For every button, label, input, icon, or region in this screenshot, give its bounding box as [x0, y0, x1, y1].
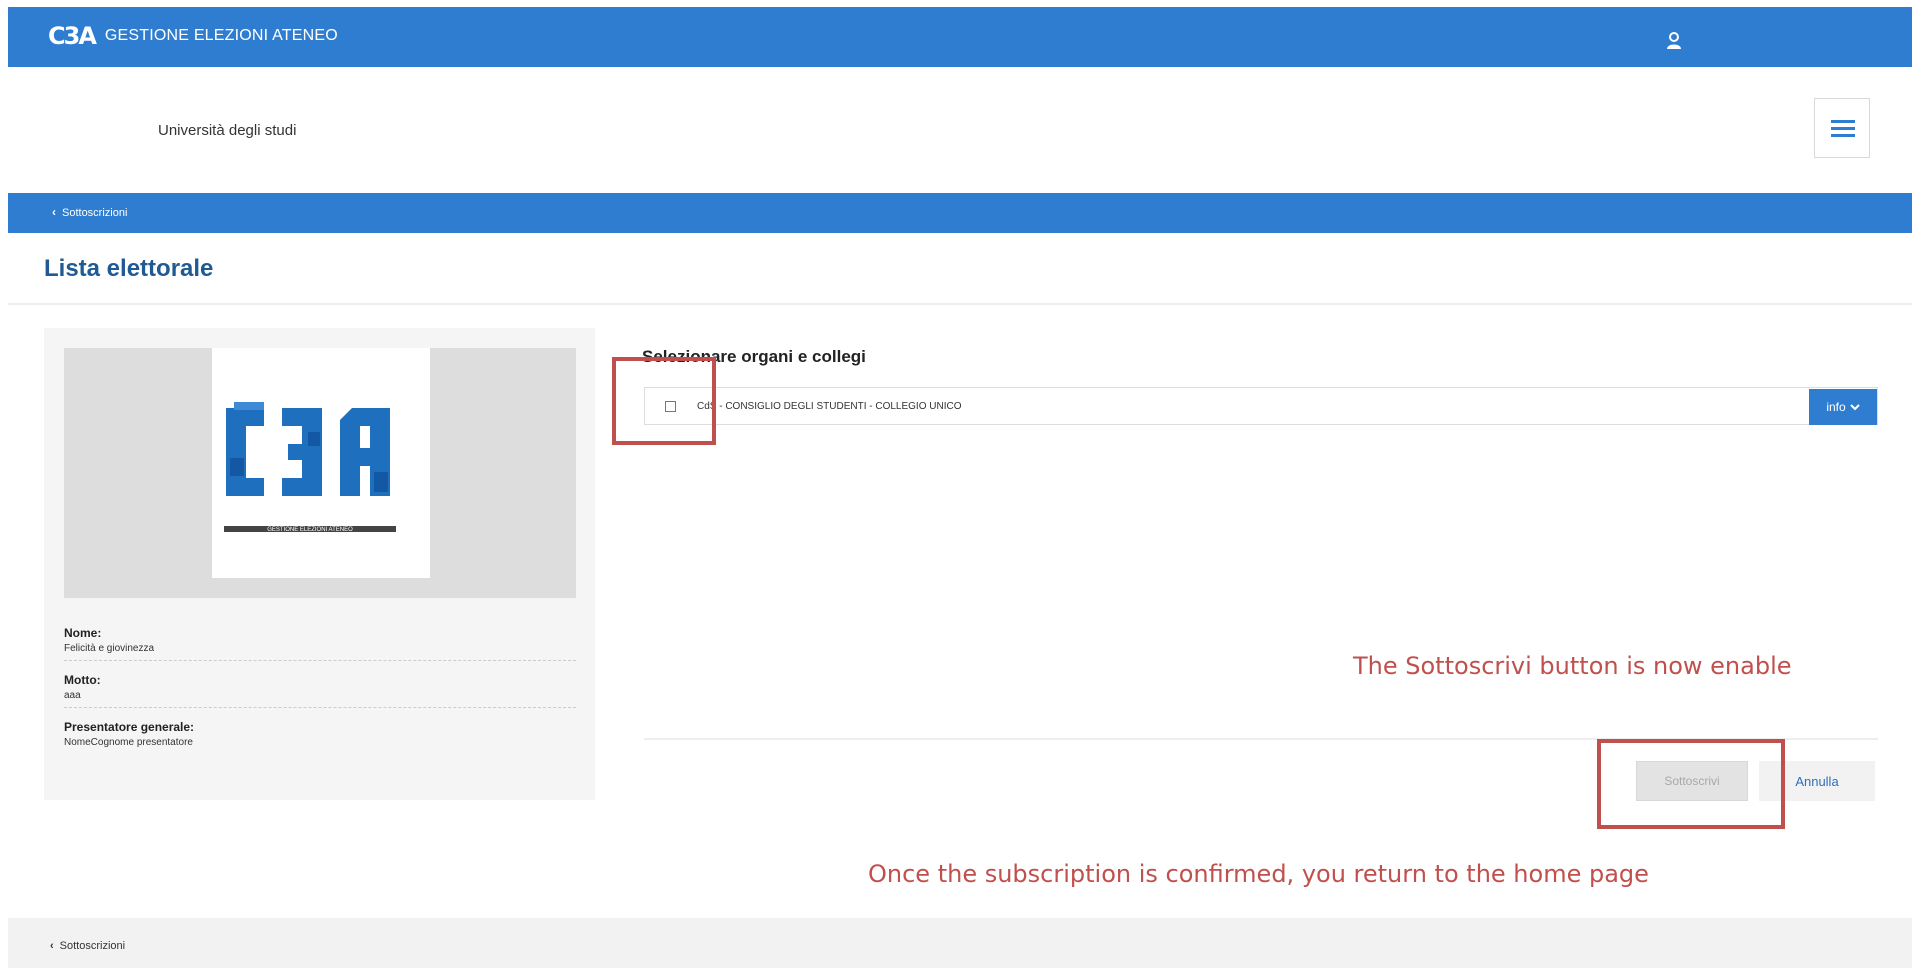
field-divider	[64, 659, 576, 661]
list-field-presenter: Presentatore generale: NomeCognome prese…	[64, 720, 576, 748]
annotation-highlight-checkbox	[612, 357, 716, 445]
breadcrumb-bar: ‹ Sottoscrizioni	[8, 193, 1912, 233]
annotation-return-note: Once the subscription is confirmed, you …	[868, 860, 1649, 888]
logo-tagline: GESTIONE ELEZIONI ATENEO	[267, 527, 353, 533]
field-label: Presentatore generale:	[64, 720, 195, 734]
list-card: GESTIONE ELEZIONI ATENEO Nome: Felicità …	[44, 328, 595, 800]
organ-row[interactable]: CdS - CONSIGLIO DEGLI STUDENTI - COLLEGI…	[644, 387, 1878, 425]
field-label: Motto:	[64, 673, 101, 687]
list-logo: GESTIONE ELEZIONI ATENEO	[212, 348, 430, 578]
site-header: Università degli studi	[8, 67, 1912, 193]
chevron-down-icon	[1849, 404, 1860, 411]
page-title: Lista elettorale	[44, 255, 214, 282]
hamburger-menu-button[interactable]	[1814, 98, 1870, 158]
organ-label: CdS - CONSIGLIO DEGLI STUDENTI - COLLEGI…	[697, 401, 962, 412]
field-label: Nome:	[64, 626, 102, 640]
hamburger-icon	[1831, 120, 1855, 123]
title-divider	[8, 303, 1912, 305]
chevron-left-icon: ‹	[52, 205, 56, 219]
field-value: aaa	[64, 690, 81, 701]
info-button-label: info	[1826, 400, 1846, 414]
footer-bar: ‹ Sottoscrizioni	[8, 918, 1912, 968]
logo-mark: C3A	[48, 22, 97, 50]
annotation-enabled-note: The Sottoscrivi button is now enable	[1353, 652, 1792, 680]
university-name: Università degli studi	[158, 122, 297, 139]
list-field-name: Nome: Felicità e giovinezza	[64, 626, 576, 661]
list-field-motto: Motto: aaa	[64, 673, 576, 708]
user-icon[interactable]	[1664, 31, 1684, 51]
field-divider	[64, 706, 576, 708]
footer-breadcrumb-label: Sottoscrizioni	[59, 940, 126, 952]
list-logo-area: GESTIONE ELEZIONI ATENEO	[64, 348, 576, 598]
hamburger-icon-bar	[1831, 134, 1855, 137]
field-value: Felicità e giovinezza	[64, 643, 155, 654]
breadcrumb-back-link[interactable]: ‹ Sottoscrizioni	[52, 205, 127, 219]
info-dropdown-button[interactable]: info	[1809, 389, 1877, 425]
field-value: NomeCognome presentatore	[64, 737, 193, 748]
hamburger-icon-bar	[1831, 127, 1855, 130]
app-topbar: C3A GESTIONE ELEZIONI ATENEO	[8, 7, 1912, 67]
app-title: GESTIONE ELEZIONI ATENEO	[104, 27, 338, 44]
chevron-left-icon: ‹	[50, 940, 54, 952]
annotation-highlight-subscribe	[1597, 739, 1785, 829]
footer-breadcrumb-link[interactable]: ‹ Sottoscrizioni	[50, 940, 125, 952]
breadcrumb-label: Sottoscrizioni	[62, 207, 128, 219]
app-logo[interactable]: C3A GESTIONE ELEZIONI ATENEO	[48, 21, 338, 51]
